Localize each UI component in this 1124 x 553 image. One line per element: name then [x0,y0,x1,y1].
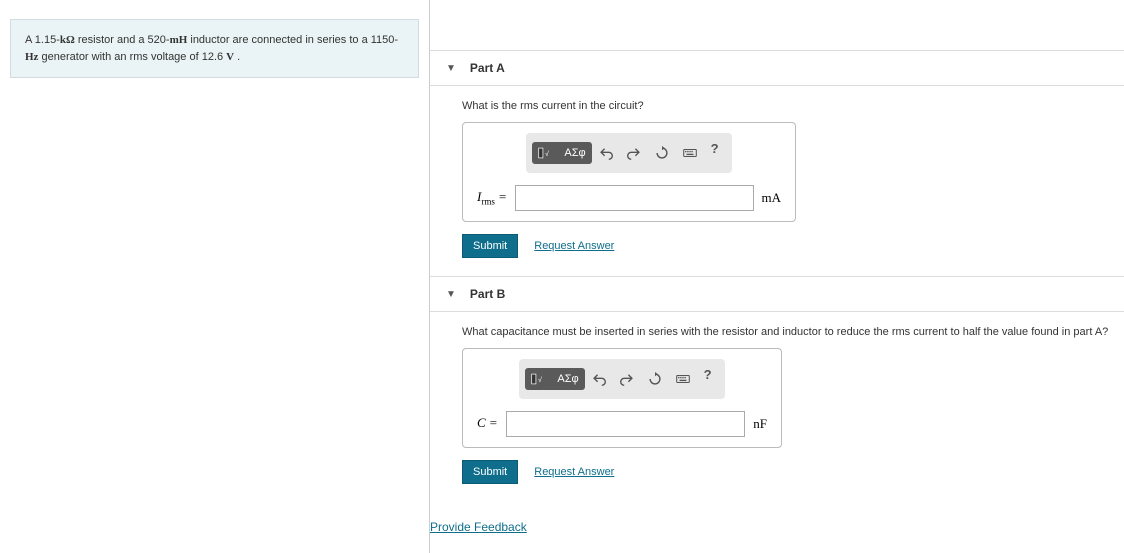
part-a-answer-box: √ ΑΣφ ? [462,122,796,222]
variable-label: C = [477,415,498,433]
part-a-body: What is the rms current in the circuit? … [430,86,1124,276]
part-a-header[interactable]: ▼ Part A [430,50,1124,86]
redo-icon[interactable] [613,368,641,390]
redo-icon[interactable] [620,142,648,164]
submit-button[interactable]: Submit [462,234,518,258]
unit-mh: mH [170,34,188,46]
help-icon[interactable]: ? [704,137,726,159]
variable-label: Irms = [477,189,507,207]
unit-v: V [226,51,234,63]
unit-hz: Hz [25,51,38,63]
request-answer-link[interactable]: Request Answer [534,240,614,252]
part-b-header[interactable]: ▼ Part B [430,276,1124,312]
answer-line: Irms = mA [473,185,785,211]
svg-text:√: √ [545,150,549,158]
fraction-sqrt-icon: √ [538,146,552,160]
reset-icon[interactable] [648,142,676,164]
reset-icon[interactable] [641,368,669,390]
problem-panel: A 1.15-kΩ resistor and a 520-mH inductor… [0,0,430,553]
part-a-question: What is the rms current in the circuit? [462,100,1124,112]
submit-button[interactable]: Submit [462,460,518,484]
part-b-answer-box: √ ΑΣφ ? [462,348,782,448]
greek-button[interactable]: ΑΣφ [551,368,584,390]
problem-statement: A 1.15-kΩ resistor and a 520-mH inductor… [10,19,419,78]
problem-text: A 1.15- [25,34,60,46]
problem-text: inductor are connected in series to a 11… [187,34,398,46]
request-answer-link[interactable]: Request Answer [534,466,614,478]
part-a-section: ▼ Part A What is the rms current in the … [430,50,1124,276]
toolbar-button-group: √ ΑΣφ [532,142,591,164]
problem-text: generator with an rms voltage of 12.6 [38,51,226,63]
answer-line: C = nF [473,411,771,437]
caret-down-icon: ▼ [446,63,456,74]
part-b-section: ▼ Part B What capacitance must be insert… [430,276,1124,502]
equation-toolbar: √ ΑΣφ ? [526,133,731,173]
undo-icon[interactable] [592,142,620,164]
greek-button[interactable]: ΑΣφ [558,142,591,164]
equation-toolbar: √ ΑΣφ ? [519,359,724,399]
provide-feedback-link[interactable]: Provide Feedback [430,520,527,534]
templates-button[interactable]: √ [532,142,558,164]
toolbar-button-group: √ ΑΣφ [525,368,584,390]
svg-text:√: √ [538,376,542,384]
unit-label: nF [753,416,767,432]
action-row: Submit Request Answer [462,460,1124,484]
keyboard-icon[interactable] [669,368,697,390]
keyboard-icon[interactable] [676,142,704,164]
part-b-body: What capacitance must be inserted in ser… [430,312,1124,502]
fraction-sqrt-icon: √ [531,372,545,386]
part-a-answer-input[interactable] [515,185,754,211]
part-b-title: Part B [470,287,505,301]
action-row: Submit Request Answer [462,234,1124,258]
answer-panel: ▼ Part A What is the rms current in the … [430,0,1124,553]
part-b-answer-input[interactable] [506,411,746,437]
undo-icon[interactable] [585,368,613,390]
problem-text: resistor and a 520- [75,34,170,46]
help-icon[interactable]: ? [697,363,719,385]
part-a-title: Part A [470,61,505,75]
caret-down-icon: ▼ [446,289,456,300]
problem-text: . [234,51,240,63]
part-b-question: What capacitance must be inserted in ser… [462,326,1124,338]
unit-label: mA [762,190,782,206]
templates-button[interactable]: √ [525,368,551,390]
unit-kohm: kΩ [60,34,75,46]
